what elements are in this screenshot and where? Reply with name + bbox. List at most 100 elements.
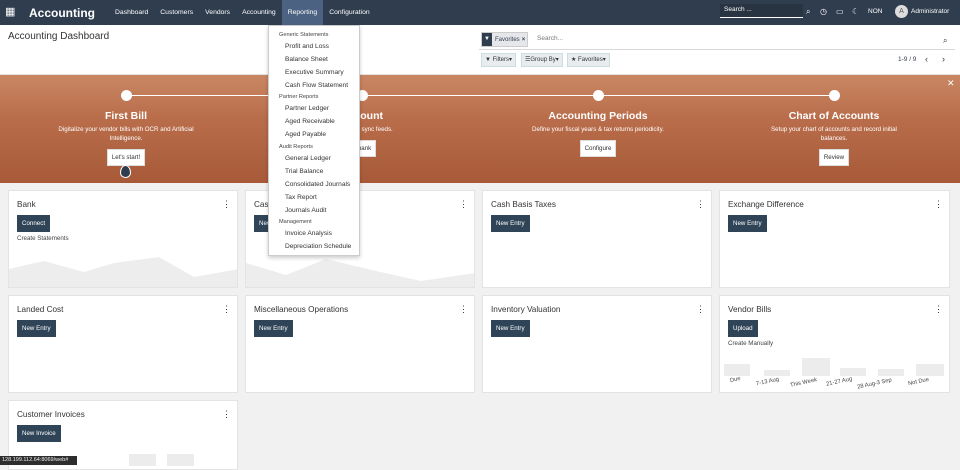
favorites-button[interactable]: ★ Favorites▾ [567,53,610,67]
menu-item-invoice-analysis[interactable]: Invoice Analysis [285,230,332,237]
new-entry-button[interactable]: New Entry [491,215,530,232]
step-desc: Digitalize your vendor bills with OCR an… [58,126,194,142]
step-accounting-periods: Accounting Periods Define your fiscal ye… [508,90,688,157]
menu-item-balance-sheet[interactable]: Balance Sheet [285,56,328,63]
lets-start-button[interactable]: Let's start! [106,149,146,166]
menu-configuration[interactable]: Configuration [323,0,375,25]
card-title[interactable]: Cas [254,200,269,209]
journal-card-vendor-bills: Vendor Bills ⋮ Upload Create Manually Du… [719,295,950,393]
create-statements-link[interactable]: Create Statements [17,235,69,242]
moon-icon[interactable]: ☾ [852,7,859,16]
menu-item-depreciation-schedule[interactable]: Depreciation Schedule [285,243,351,250]
status-url: 128.199.112.64:8069/web# [0,456,77,465]
menu-item-cash-flow[interactable]: Cash Flow Statement [285,82,348,89]
card-title[interactable]: Bank [17,200,36,209]
filters-button[interactable]: ▼ Filters▾ [481,53,516,67]
more-options-icon[interactable]: ⋮ [459,200,468,209]
more-options-icon[interactable]: ⋮ [222,200,231,209]
upload-button[interactable]: Upload [728,320,758,337]
avatar[interactable]: A [895,5,908,18]
card-title[interactable]: Exchange Difference [728,200,804,209]
search-input[interactable]: Search... [537,35,563,42]
step-dot [120,90,132,101]
new-invoice-button[interactable]: New Invoice [17,425,61,442]
menu-item-aged-payable[interactable]: Aged Payable [285,131,326,138]
user-name[interactable]: Administrator [911,8,949,15]
more-options-icon[interactable]: ⋮ [459,305,468,314]
top-navbar: ▦ Accounting Dashboard Customers Vendors… [0,0,960,25]
axis-label: Due [729,375,742,385]
menu-reporting[interactable]: Reporting [281,0,324,25]
top-search-input[interactable]: Search ... [720,4,803,18]
axis-label: This Week [789,377,818,389]
step-dot [828,90,840,101]
menu-dashboard[interactable]: Dashboard [109,0,154,25]
new-entry-button[interactable]: New Entry [17,320,56,337]
search-icon[interactable]: ⌕ [806,7,810,17]
more-options-icon[interactable]: ⋮ [696,305,705,314]
bank-balance-graph [9,257,237,287]
step-chart-of-accounts: Chart of Accounts Setup your chart of ac… [744,90,924,166]
more-options-icon[interactable]: ⋮ [934,305,943,314]
filters-label: Filters [492,57,509,63]
app-brand[interactable]: Accounting [29,6,109,20]
chat-icon[interactable]: ▭ [836,7,844,16]
progress-line [126,95,834,96]
menu-item-consolidated-journals[interactable]: Consolidated Journals [285,181,350,188]
card-title[interactable]: Customer Invoices [17,410,85,419]
search-underline [479,49,955,50]
new-entry-button[interactable]: New Entry [254,320,293,337]
card-title[interactable]: Vendor Bills [728,305,771,314]
company-code[interactable]: NON [868,8,882,15]
menu-vendors[interactable]: Vendors [199,0,236,25]
search-facet[interactable]: ▼ Favorites × [481,32,528,47]
new-entry-button[interactable]: New Entry [491,320,530,337]
reporting-dropdown-menu: Generic Statements Profit and Loss Balan… [268,25,360,256]
more-options-icon[interactable]: ⋮ [222,305,231,314]
configure-button[interactable]: Configure [579,140,617,157]
create-manually-link[interactable]: Create Manually [728,340,773,347]
menu-item-partner-ledger[interactable]: Partner Ledger [285,105,329,112]
step-first-bill: First Bill Digitalize your vendor bills … [36,90,216,166]
menu-item-aged-receivable[interactable]: Aged Receivable [285,118,335,125]
step-desc: Define your fiscal years & tax returns p… [532,126,664,133]
chevron-left-icon[interactable]: ‹ [925,54,928,64]
menu-item-executive-summary[interactable]: Executive Summary [285,69,344,76]
pager-value: 1-9 / 9 [898,56,917,63]
connect-button[interactable]: Connect [17,215,51,232]
menu-item-tax-report[interactable]: Tax Report [285,194,317,201]
more-options-icon[interactable]: ⋮ [222,410,231,419]
filter-icon: ▼ [482,33,492,46]
journal-card-landed-cost: Landed Cost ⋮ New Entry [8,295,238,393]
close-icon[interactable]: ✕ [947,78,955,89]
close-icon[interactable]: × [522,37,526,43]
card-title[interactable]: Cash Basis Taxes [491,200,556,209]
group-by-button[interactable]: ☰Group By▾ [521,53,563,67]
app-menu-icon[interactable]: ▦ [5,7,21,18]
journal-card-exchange: Exchange Difference ⋮ New Entry [719,190,950,288]
card-title[interactable]: Landed Cost [17,305,63,314]
more-options-icon[interactable]: ⋮ [934,200,943,209]
menu-customers[interactable]: Customers [154,0,199,25]
card-title[interactable]: Miscellaneous Operations [254,305,348,314]
main-menu: Dashboard Customers Vendors Accounting R… [109,0,376,25]
search-icon[interactable]: ⌕ [943,36,947,46]
menu-item-profit-loss[interactable]: Profit and Loss [285,43,329,50]
axis-label: Not Due [907,376,930,388]
step-title: Accounting Periods [548,110,648,122]
menu-item-trial-balance[interactable]: Trial Balance [285,168,323,175]
group-by-label: Group By [530,57,556,63]
new-entry-button[interactable]: New Entry [728,215,767,232]
menu-item-general-ledger[interactable]: General Ledger [285,155,331,162]
more-options-icon[interactable]: ⋮ [696,200,705,209]
axis-label: 21-27 Aug [825,376,853,388]
step-title: First Bill [104,110,147,122]
chevron-right-icon[interactable]: › [942,54,945,64]
journal-card-inventory: Inventory Valuation ⋮ New Entry [482,295,712,393]
clock-icon[interactable]: ◷ [820,7,827,16]
facet-label: Favorites [495,36,520,43]
menu-accounting[interactable]: Accounting [236,0,282,25]
review-button[interactable]: Review [818,149,850,166]
menu-item-journals-audit[interactable]: Journals Audit [285,207,326,214]
card-title[interactable]: Inventory Valuation [491,305,561,314]
